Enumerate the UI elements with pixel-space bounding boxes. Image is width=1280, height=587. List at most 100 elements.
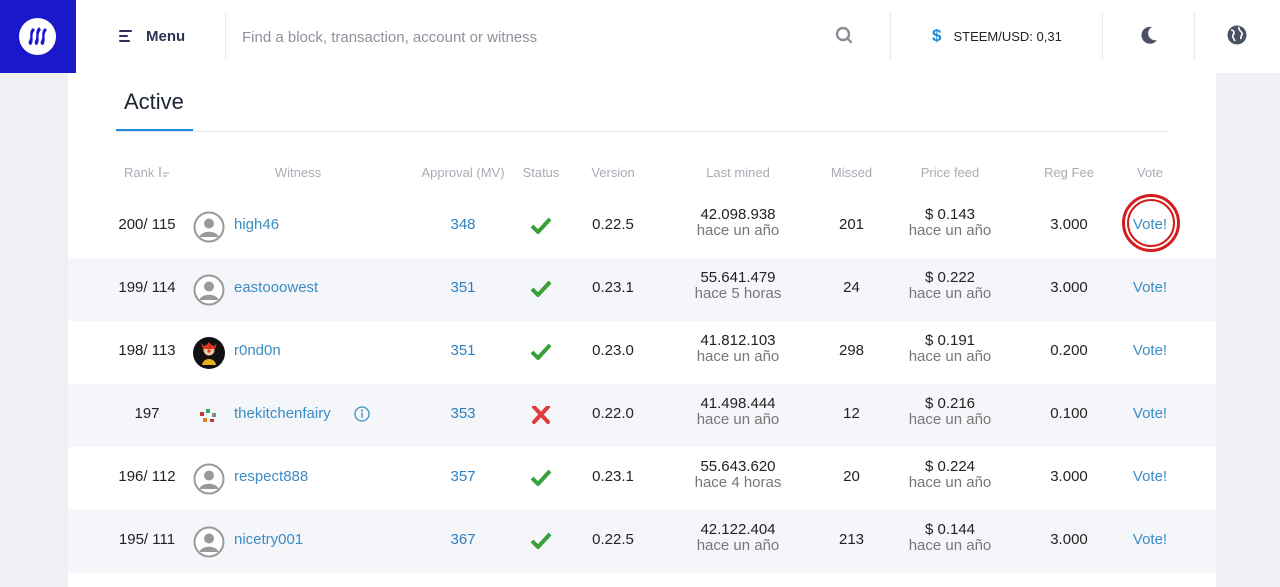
price-ticker: $ STEEM/USD: 0,31 — [932, 22, 1062, 50]
table-row: 195/ 111 nicetry001 367 0.22.5 42.122.40… — [68, 510, 1216, 573]
last-mined-cell: 41.498.444 hace un año — [648, 396, 828, 428]
info-icon[interactable] — [354, 406, 370, 422]
search-icon[interactable] — [835, 26, 853, 44]
default-avatar-icon[interactable] — [193, 526, 225, 558]
vote-button[interactable]: Vote! — [1115, 216, 1185, 233]
missed-cell: 24 — [843, 279, 860, 296]
column-header-status[interactable]: Status — [516, 165, 566, 180]
price-feed-time: hace un año — [908, 474, 992, 491]
last-mined-block: 55.643.620 — [700, 458, 776, 475]
rank-cell: 195/ 111 — [118, 531, 176, 548]
default-avatar-icon[interactable] — [193, 463, 225, 495]
price-feed-cell: $ 0.216 hace un año — [884, 396, 1016, 428]
dollar-icon: $ — [932, 26, 942, 45]
missed-cell: 201 — [838, 216, 865, 233]
last-mined-cell: 55.643.620 hace 4 horas — [648, 459, 828, 491]
checkmark-icon — [530, 343, 552, 360]
rank-cell: 199/ 114 — [118, 279, 176, 296]
approval-link[interactable]: 367 — [423, 531, 503, 548]
witness-name-link[interactable]: respect888 — [234, 468, 308, 485]
approval-link[interactable]: 348 — [423, 216, 503, 233]
price-feed-cell: $ 0.144 hace un año — [884, 522, 1016, 554]
price-feed-cell: $ 0.191 hace un año — [884, 333, 1016, 365]
column-header-price-feed[interactable]: Price feed — [900, 165, 1000, 180]
column-header-reg-fee[interactable]: Reg Fee — [1034, 165, 1104, 180]
search-input[interactable] — [240, 20, 824, 54]
column-header-missed[interactable]: Missed — [818, 165, 885, 180]
price-feed-value: $ 0.191 — [924, 332, 976, 349]
column-header-version[interactable]: Version — [578, 165, 648, 180]
table-row: 196/ 112 respect888 357 0.23.1 55.643.62… — [68, 447, 1216, 510]
divider — [890, 12, 891, 60]
version-cell: 0.23.0 — [592, 342, 634, 359]
kitchen-avatar-icon[interactable] — [193, 400, 225, 432]
column-header-rank-label: Rank — [124, 165, 155, 180]
sort-icon — [159, 167, 169, 177]
column-header-rank[interactable]: Rank — [124, 165, 170, 180]
last-mined-time: hace un año — [696, 348, 780, 365]
default-avatar-icon[interactable] — [193, 274, 225, 306]
vote-button[interactable]: Vote! — [1115, 279, 1185, 296]
price-feed-cell: $ 0.143 hace un año — [884, 207, 1016, 239]
last-mined-cell: 42.098.938 hace un año — [648, 207, 828, 239]
menu-label: Menu — [146, 27, 186, 45]
witness-name-link[interactable]: eastooowest — [234, 279, 318, 296]
vote-button[interactable]: Vote! — [1115, 468, 1185, 485]
column-header-last-mined[interactable]: Last mined — [688, 165, 788, 180]
price-feed-time: hace un año — [908, 537, 992, 554]
approval-link[interactable]: 357 — [423, 468, 503, 485]
last-mined-block: 41.812.103 — [700, 332, 776, 349]
last-mined-block: 42.098.938 — [700, 206, 776, 223]
reg-fee-cell: 3.000 — [1050, 216, 1088, 233]
tab-divider — [116, 131, 1168, 132]
rank-cell: 198/ 113 — [118, 342, 176, 359]
witness-name-link[interactable]: thekitchenfairy — [234, 405, 331, 422]
missed-cell: 213 — [838, 531, 865, 548]
last-mined-time: hace 5 horas — [694, 285, 782, 302]
menu-button[interactable]: Menu — [119, 22, 185, 50]
reg-fee-cell: 0.100 — [1050, 405, 1088, 422]
last-mined-cell: 41.812.103 hace un año — [648, 333, 828, 365]
column-header-witness[interactable]: Witness — [244, 165, 352, 180]
price-feed-value: $ 0.144 — [924, 521, 976, 538]
approval-link[interactable]: 351 — [423, 279, 503, 296]
tab-active-label: Active — [124, 89, 184, 114]
moon-icon[interactable] — [1138, 24, 1160, 46]
witness-name-link[interactable]: r0nd0n — [234, 342, 281, 359]
witness-name-link[interactable]: high46 — [234, 216, 279, 233]
price-feed-cell: $ 0.224 hace un año — [884, 459, 1016, 491]
default-avatar-icon[interactable] — [193, 211, 225, 243]
checkmark-icon — [530, 280, 552, 297]
price-feed-value: $ 0.222 — [924, 269, 976, 286]
price-feed-time: hace un año — [908, 411, 992, 428]
witness-name-link[interactable]: nicetry001 — [234, 531, 303, 548]
missed-cell: 12 — [843, 405, 860, 422]
globe-icon[interactable] — [1226, 24, 1248, 46]
version-cell: 0.22.5 — [592, 531, 634, 548]
table-row: 199/ 114 eastooowest 351 0.23.1 55.641.4… — [68, 258, 1216, 321]
approval-link[interactable]: 351 — [423, 342, 503, 359]
checkmark-icon — [530, 532, 552, 549]
column-header-approval[interactable]: Approval (MV) — [413, 165, 513, 180]
clown-avatar-icon[interactable] — [193, 337, 225, 369]
version-cell: 0.22.0 — [592, 405, 634, 422]
column-header-vote[interactable]: Vote — [1115, 165, 1185, 180]
rank-cell: 196/ 112 — [118, 468, 176, 485]
vote-button[interactable]: Vote! — [1115, 342, 1185, 359]
witness-table-card: Active Rank Witness Approval (MV) Status… — [68, 73, 1216, 587]
approval-link[interactable]: 353 — [423, 405, 503, 422]
version-cell: 0.23.1 — [592, 468, 634, 485]
last-mined-cell: 55.641.479 hace 5 horas — [648, 270, 828, 302]
vote-button[interactable]: Vote! — [1115, 405, 1185, 422]
divider — [225, 12, 226, 60]
price-feed-time: hace un año — [908, 222, 992, 239]
last-mined-time: hace un año — [696, 537, 780, 554]
tab-active[interactable]: Active — [116, 89, 193, 131]
vote-button[interactable]: Vote! — [1115, 531, 1185, 548]
steem-logo[interactable] — [0, 0, 76, 73]
last-mined-block: 41.498.444 — [700, 395, 776, 412]
checkmark-icon — [530, 469, 552, 486]
divider — [1194, 12, 1195, 60]
missed-cell: 20 — [843, 468, 860, 485]
version-cell: 0.23.1 — [592, 279, 634, 296]
